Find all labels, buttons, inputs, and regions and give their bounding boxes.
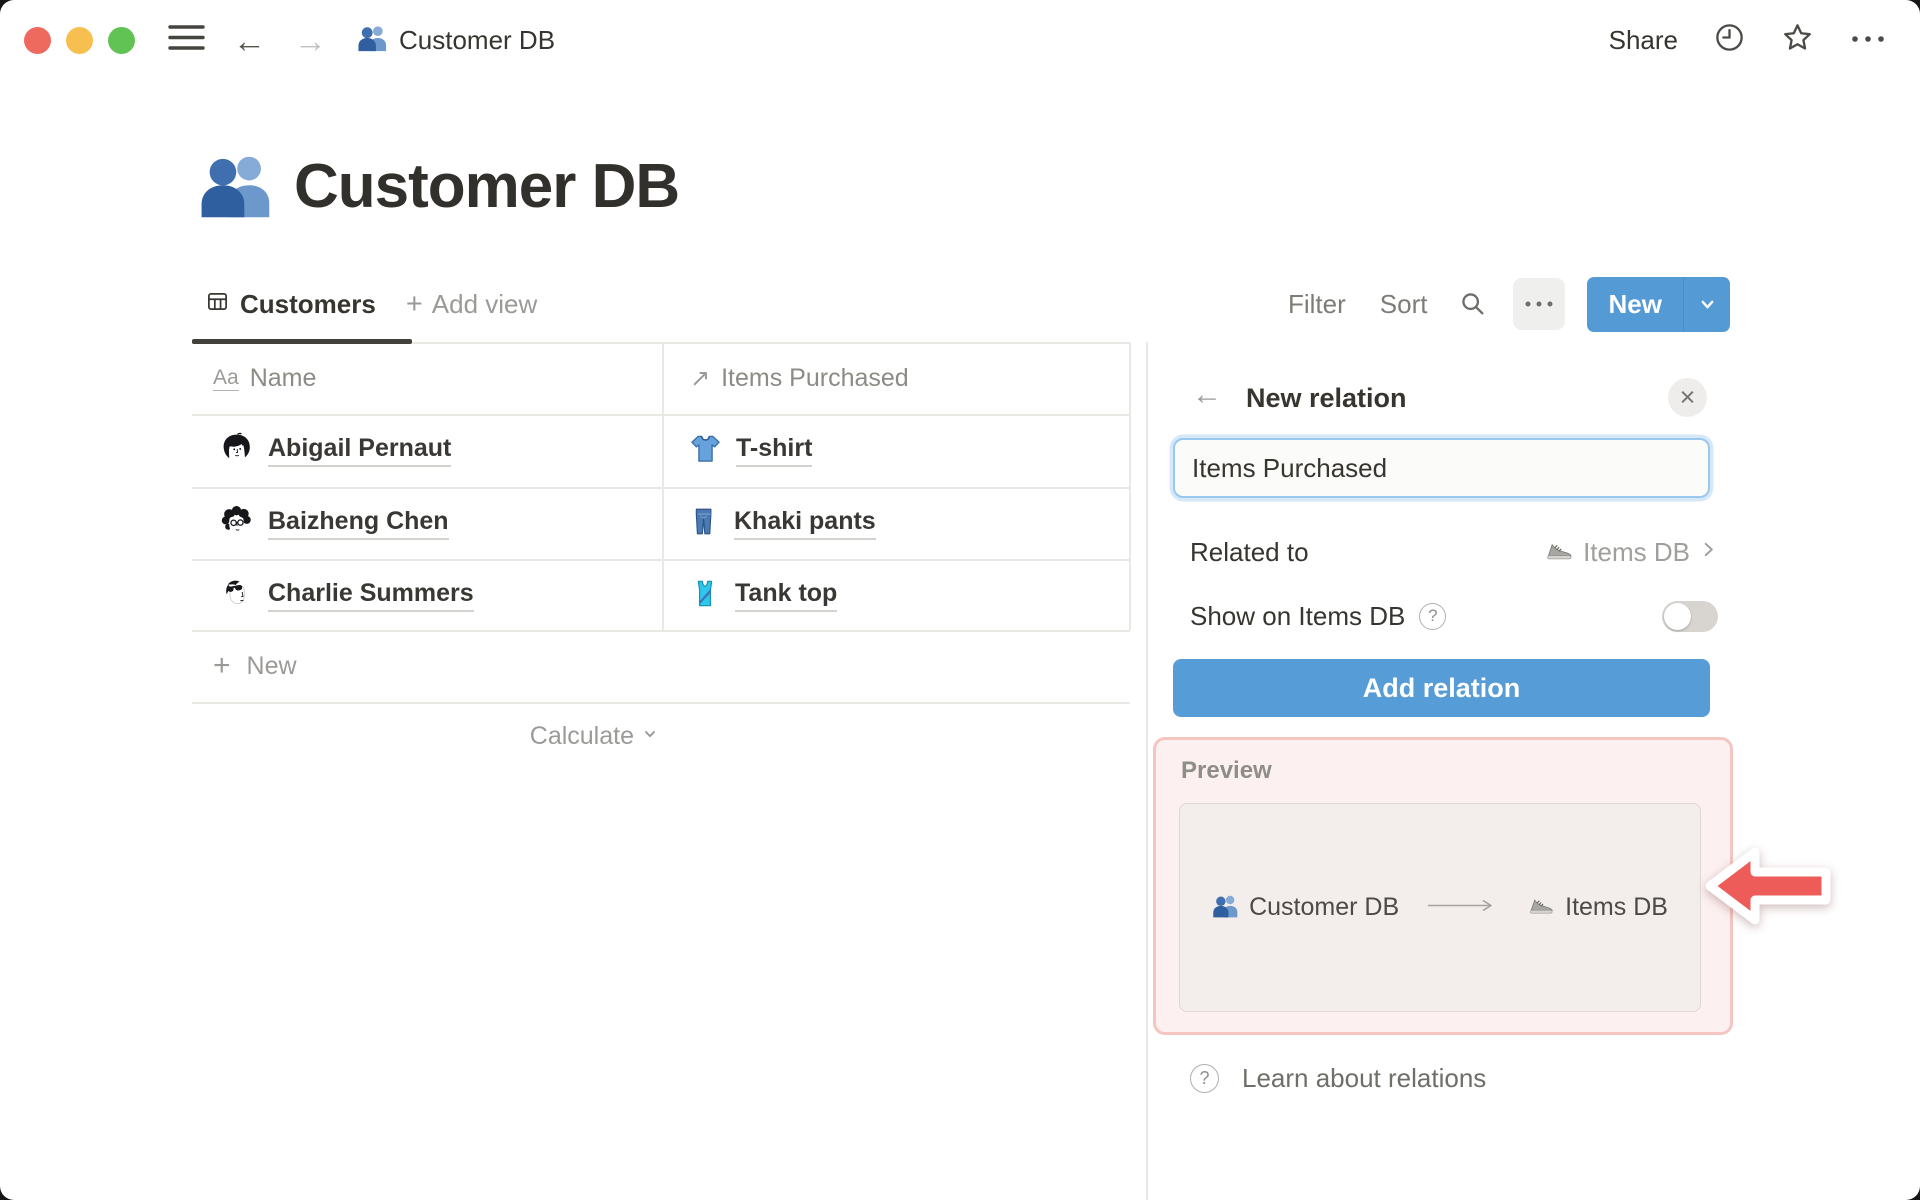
table-view-icon: [206, 290, 229, 318]
tab-customers-label: Customers: [240, 288, 376, 319]
new-row-button[interactable]: + New: [192, 630, 1130, 702]
tshirt-icon: [690, 433, 721, 469]
column-header-name[interactable]: Aa Name: [213, 343, 316, 414]
more-options-icon[interactable]: [1850, 31, 1886, 49]
share-button[interactable]: Share: [1609, 25, 1678, 56]
plus-icon: +: [213, 649, 231, 682]
learn-link-label: Learn about relations: [1242, 1062, 1487, 1093]
column-header-items[interactable]: ↗ Items Purchased: [690, 343, 909, 414]
tanktop-icon: [690, 578, 720, 614]
panel-close-icon[interactable]: ×: [1668, 378, 1707, 417]
relation-property-icon: ↗: [690, 365, 711, 392]
related-to-label: Related to: [1190, 536, 1309, 567]
preview-source-db: Customer DB: [1249, 893, 1400, 921]
table-row: Baizheng Chen Khaki pants: [192, 487, 1130, 560]
record-link[interactable]: Abigail Pernaut: [268, 434, 452, 467]
table-row: Charlie Summers Tank top: [192, 559, 1130, 632]
chevron-down-icon: [642, 726, 658, 747]
help-icon: ?: [1190, 1063, 1219, 1093]
page-title[interactable]: Customer DB: [294, 151, 680, 222]
preview-target-db: Items DB: [1565, 893, 1668, 921]
calculate-label: Calculate: [529, 721, 634, 750]
favorite-star-icon[interactable]: [1781, 21, 1814, 59]
topbar-right: Share: [1609, 0, 1886, 80]
relation-preview: Customer DB Items DB: [1179, 803, 1701, 1012]
tab-customers[interactable]: Customers: [206, 289, 376, 320]
avatar: [220, 577, 253, 615]
active-tab-underline: [192, 339, 412, 344]
relation-link[interactable]: T-shirt: [736, 434, 813, 467]
people-icon: [357, 22, 388, 58]
shoe-icon: [1544, 536, 1574, 569]
record-link[interactable]: Baizheng Chen: [268, 507, 449, 540]
preview-highlight: Preview Customer DB Items DB: [1153, 737, 1733, 1035]
filter-button[interactable]: Filter: [1288, 289, 1346, 320]
topbar-left: ← → Customer DB: [24, 0, 555, 80]
calculate-button[interactable]: Calculate: [192, 702, 658, 770]
forward-icon[interactable]: →: [294, 24, 327, 57]
column-name-label: Name: [249, 364, 317, 392]
learn-about-relations-link[interactable]: ? Learn about relations: [1190, 1054, 1486, 1102]
long-arrow-right-icon: [1427, 898, 1499, 918]
relation-link[interactable]: Khaki pants: [734, 507, 876, 540]
record-link[interactable]: Charlie Summers: [268, 579, 474, 612]
sidebar-menu-icon[interactable]: [168, 24, 205, 56]
view-more-options-icon[interactable]: [1513, 278, 1566, 330]
chevron-right-icon: [1699, 540, 1718, 564]
minimize-window-button[interactable]: [66, 26, 93, 54]
new-record-button[interactable]: New: [1587, 289, 1682, 320]
history-clock-icon[interactable]: [1714, 22, 1745, 58]
add-relation-button[interactable]: Add relation: [1173, 659, 1710, 717]
toggle-knob: [1664, 602, 1691, 630]
zoom-window-button[interactable]: [108, 26, 135, 54]
page-title-row: Customer DB: [198, 146, 680, 227]
shoe-icon: [1527, 892, 1555, 923]
column-items-label: Items Purchased: [721, 364, 909, 392]
related-to-row[interactable]: Related to Items DB: [1190, 526, 1718, 578]
show-on-row: Show on Items DB ?: [1190, 590, 1718, 642]
preview-label: Preview: [1181, 757, 1272, 784]
text-property-icon: Aa: [213, 366, 239, 392]
breadcrumb-title: Customer DB: [399, 24, 556, 55]
table-row: Abigail Pernaut T-shirt: [192, 414, 1130, 487]
view-controls: Filter Sort New: [1288, 276, 1731, 332]
new-button-dropdown[interactable]: [1684, 277, 1730, 332]
people-icon: [198, 146, 274, 227]
add-view-label: Add view: [431, 288, 538, 319]
new-record-button-group: New: [1587, 276, 1731, 332]
avatar: [220, 505, 253, 543]
relation-link[interactable]: Tank top: [735, 579, 838, 612]
show-on-toggle[interactable]: [1662, 600, 1718, 632]
breadcrumb[interactable]: Customer DB: [357, 22, 555, 58]
panel-title: New relation: [1246, 383, 1407, 413]
annotation-arrow-icon: [1700, 839, 1840, 940]
add-view-button[interactable]: + Add view: [406, 289, 537, 320]
sort-button[interactable]: Sort: [1380, 289, 1428, 320]
related-db-name: Items DB: [1583, 536, 1690, 567]
avatar: [220, 432, 253, 470]
related-to-value: Items DB: [1544, 536, 1718, 569]
relation-name-input[interactable]: [1173, 438, 1710, 498]
plus-icon: +: [405, 287, 423, 320]
new-row-label: New: [246, 651, 297, 680]
back-icon[interactable]: ←: [233, 24, 266, 57]
help-icon[interactable]: ?: [1419, 602, 1447, 630]
app-window: ← → Customer DB Share Customer DB Custom…: [0, 0, 1920, 1200]
search-icon[interactable]: [1459, 290, 1487, 318]
panel-back-icon[interactable]: ←: [1192, 380, 1222, 410]
show-on-label: Show on Items DB: [1190, 600, 1406, 631]
close-window-button[interactable]: [24, 26, 51, 54]
people-icon: [1212, 892, 1239, 924]
panel-divider: [1146, 342, 1148, 1200]
jeans-icon: [690, 506, 719, 542]
view-tabs: Customers + Add view: [206, 276, 537, 332]
